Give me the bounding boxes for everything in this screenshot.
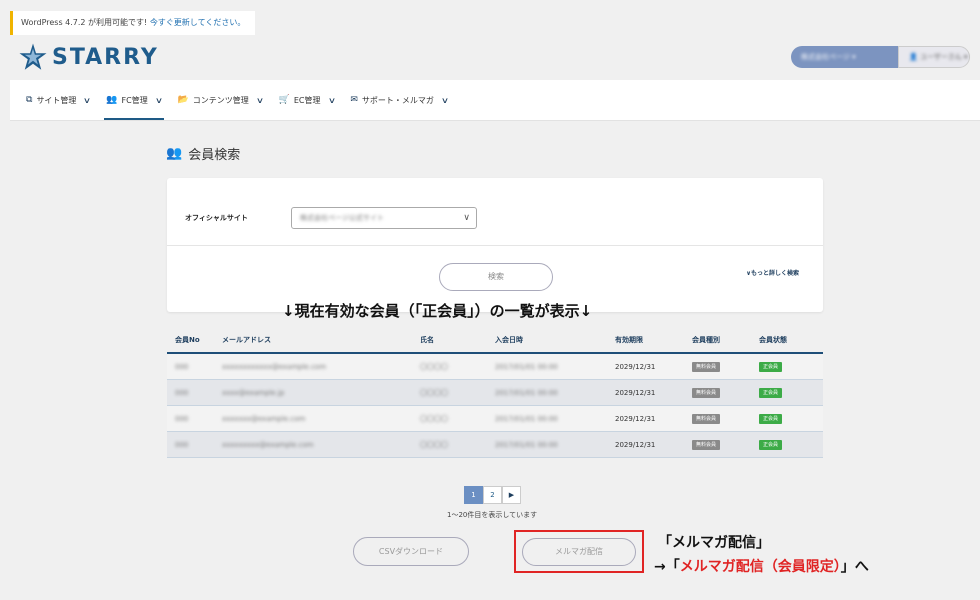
col-header[interactable]: 会員種別 — [692, 335, 759, 345]
cell-name: 〇〇〇〇 — [420, 440, 448, 449]
table-row[interactable]: 000 xxxxxxxxxxxx@example.com 〇〇〇〇 2017/0… — [167, 354, 823, 380]
cell-email: xxxx@example.jp — [222, 388, 285, 397]
table-row[interactable]: 000 xxxxxxxxx@example.com 〇〇〇〇 2017/01/0… — [167, 432, 823, 458]
page-title-text: 会員検索 — [188, 148, 241, 163]
col-header[interactable]: 会員No — [167, 335, 222, 345]
next-page-icon[interactable]: ▶ — [502, 486, 521, 504]
header: STARRY 株式会社ページ ▾ 👤 ユーザーさん ▾ — [10, 36, 980, 86]
cell-joined: 2017/01/01 00:00 — [495, 440, 558, 449]
divider — [167, 245, 823, 246]
cell-name: 〇〇〇〇 — [420, 388, 448, 397]
member-type-badge: 無料会員 — [692, 387, 721, 398]
chevron-down-icon: ∨ — [255, 95, 264, 105]
search-button[interactable]: 検索 — [439, 263, 553, 291]
cell-email: xxxxxxx@example.com — [222, 414, 306, 423]
cell-expiry: 2029/12/31 — [615, 362, 656, 371]
cell-no: 000 — [175, 388, 189, 397]
cart-icon: 🛒 — [278, 95, 290, 105]
annotation-newsletter: 「メルマガ配信」 — [658, 535, 770, 551]
user-menu-button[interactable]: 👤 ユーザーさん ▾ — [898, 46, 970, 68]
nav-label: EC管理 — [293, 95, 321, 105]
csv-download-button[interactable]: CSVダウンロード — [353, 537, 469, 566]
member-type-badge: 無料会員 — [692, 413, 721, 424]
member-status-badge: 正会員 — [759, 361, 783, 372]
table-row[interactable]: 000 xxxxxxx@example.com 〇〇〇〇 2017/01/01 … — [167, 406, 823, 432]
chevron-down-icon: ∨ — [83, 95, 92, 105]
cell-expiry: 2029/12/31 — [615, 388, 656, 397]
cell-no: 000 — [175, 362, 189, 371]
table-header: 会員No メールアドレス 氏名 入会日時 有効期限 会員種別 会員状態 — [167, 327, 823, 354]
site-select-value: 株式会社ページ公式サイト — [300, 214, 384, 222]
annotation-prefix: →「 — [654, 559, 680, 575]
nav-item-ec[interactable]: 🛒 EC管理 ∨ — [271, 80, 343, 120]
cell-no: 000 — [175, 440, 189, 449]
page-title: 👥 会員検索 — [166, 144, 240, 163]
users-icon: 👥 — [106, 95, 118, 105]
member-type-badge: 無料会員 — [692, 439, 721, 450]
update-notice: WordPress 4.7.2 が利用可能です! 今すぐ更新してください。 — [10, 11, 255, 35]
member-status-badge: 正会員 — [759, 413, 783, 424]
copy-icon: ⧉ — [26, 95, 33, 105]
col-header[interactable]: 会員状態 — [759, 335, 819, 345]
cell-name: 〇〇〇〇 — [420, 414, 448, 423]
col-header[interactable]: 有効期限 — [615, 335, 692, 345]
table-row[interactable]: 000 xxxx@example.jp 〇〇〇〇 2017/01/01 00:0… — [167, 380, 823, 406]
cell-joined: 2017/01/01 00:00 — [495, 414, 558, 423]
col-header[interactable]: メールアドレス — [222, 335, 420, 345]
notice-text: WordPress 4.7.2 が利用可能です! — [21, 18, 150, 27]
cell-email: xxxxxxxxxxxx@example.com — [222, 362, 327, 371]
page-button-1[interactable]: 1 — [464, 486, 483, 504]
members-table: 会員No メールアドレス 氏名 入会日時 有効期限 会員種別 会員状態 000 … — [167, 327, 823, 458]
newsletter-button[interactable]: メルマガ配信 — [522, 538, 636, 566]
account-group: 株式会社ページ ▾ 👤 ユーザーさん ▾ — [791, 46, 970, 68]
logo[interactable]: STARRY — [18, 42, 159, 72]
cell-name: 〇〇〇〇 — [420, 362, 448, 371]
nav-label: サポート・メルマガ — [361, 95, 434, 105]
cell-email: xxxxxxxxx@example.com — [222, 440, 314, 449]
cell-joined: 2017/01/01 00:00 — [495, 388, 558, 397]
pagination: 1 2 ▶ — [464, 486, 521, 504]
site-switcher-button[interactable]: 株式会社ページ ▾ — [791, 46, 898, 68]
advanced-search-link[interactable]: ∨もっと詳しく検索 — [746, 268, 799, 277]
site-select[interactable]: 株式会社ページ公式サイト ∨ — [291, 207, 477, 229]
site-switcher-label: 株式会社ページ ▾ — [801, 53, 856, 61]
page-button-2[interactable]: 2 — [483, 486, 502, 504]
nav-label: コンテンツ管理 — [192, 95, 249, 105]
update-link[interactable]: 今すぐ更新してください。 — [150, 18, 246, 27]
member-status-badge: 正会員 — [759, 387, 783, 398]
highlight-box: メルマガ配信 — [514, 530, 644, 573]
cell-expiry: 2029/12/31 — [615, 414, 656, 423]
annotation-newsletter-target: →「メルマガ配信（会員限定）」へ — [654, 556, 869, 576]
brand-name: STARRY — [52, 44, 159, 70]
pagination-info: 1〜20件目を表示しています — [447, 511, 538, 519]
annotation-suffix: 」へ — [840, 559, 869, 575]
member-status-badge: 正会員 — [759, 439, 783, 450]
search-panel: オフィシャルサイト 株式会社ページ公式サイト ∨ 検索 ∨もっと詳しく検索 — [167, 178, 823, 312]
nav-item-content[interactable]: 📂 コンテンツ管理 ∨ — [170, 80, 271, 120]
nav-label: サイト管理 — [36, 95, 77, 105]
users-icon: 👥 — [166, 146, 183, 161]
cell-joined: 2017/01/01 00:00 — [495, 362, 558, 371]
main-nav: ⧉ サイト管理 ∨ 👥 FC管理 ∨ 📂 コンテンツ管理 ∨ 🛒 EC管理 ∨ ✉ サポート・メル… — [10, 80, 980, 121]
chevron-down-icon: ∨ — [327, 95, 336, 105]
nav-item-site[interactable]: ⧉ サイト管理 ∨ — [18, 80, 98, 120]
nav-item-fc[interactable]: 👥 FC管理 ∨ — [98, 80, 169, 120]
cell-no: 000 — [175, 414, 189, 423]
folder-icon: 📂 — [177, 95, 189, 105]
cell-expiry: 2029/12/31 — [615, 440, 656, 449]
annotation-active-members: ↓現在有効な会員（「正会員」）の一覧が表示↓ — [282, 302, 593, 320]
mail-icon: ✉ — [350, 95, 358, 105]
chevron-down-icon: ∨ — [440, 95, 449, 105]
nav-label: FC管理 — [121, 95, 148, 105]
nav-item-support[interactable]: ✉ サポート・メルマガ ∨ — [342, 80, 455, 120]
starry-logo-icon — [19, 43, 47, 70]
user-menu-label: 👤 ユーザーさん ▾ — [909, 53, 968, 61]
col-header[interactable]: 入会日時 — [495, 335, 615, 345]
chevron-down-icon: ∨ — [154, 95, 163, 105]
col-header[interactable]: 氏名 — [420, 335, 495, 345]
site-field-label: オフィシャルサイト — [185, 214, 248, 222]
chevron-down-icon: ∨ — [463, 213, 470, 223]
annotation-highlight: メルマガ配信（会員限定） — [679, 559, 841, 575]
member-type-badge: 無料会員 — [692, 361, 721, 372]
